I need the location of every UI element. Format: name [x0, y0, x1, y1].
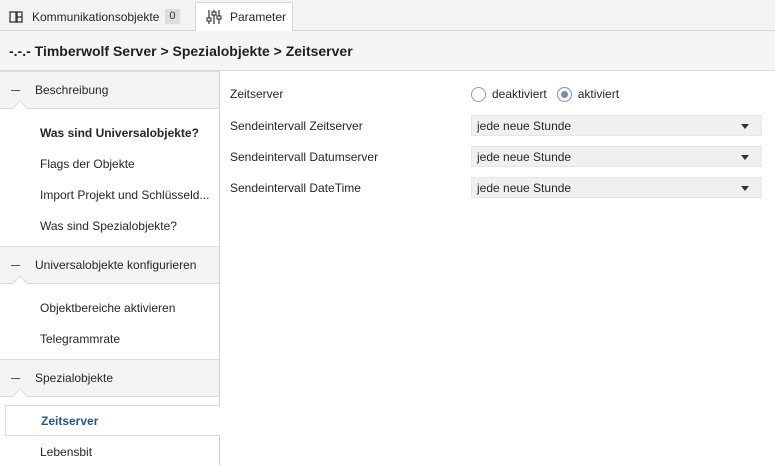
sidebar: Beschreibung Was sind Universalobjekte? … [0, 71, 220, 465]
sidebar-item-label: Import Projekt und Schlüsseld... [40, 187, 210, 202]
sidebar-item-label: Objektbereiche aktivieren [40, 300, 176, 315]
sidebar-item-label: Telegrammrate [40, 331, 121, 346]
param-label-sendeintervall-datumserver: Sendeintervall Datumserver [230, 145, 378, 169]
sidebar-item-flags[interactable]: Flags der Objekte [0, 148, 219, 179]
param-label: Zeitserver [230, 87, 284, 101]
radio-label: aktiviert [577, 87, 620, 101]
param-label-zeitserver: Zeitserver [230, 82, 283, 106]
notch-decoration [11, 275, 29, 293]
sidebar-item-spezialobjekte-info[interactable]: Was sind Spezialobjekte? [0, 210, 219, 241]
param-label-sendeintervall-datetime: Sendeintervall DateTime [230, 176, 361, 200]
sidebar-item-label: Was sind Universalobjekte? [40, 125, 199, 140]
zeitserver-radio-group: deaktiviert aktiviert [471, 84, 619, 104]
radio-label: deaktiviert [492, 87, 547, 101]
param-label: Sendeintervall Zeitserver [230, 119, 363, 133]
select-sendeintervall-datetime[interactable]: jede neue Stunde [471, 177, 762, 198]
collapse-icon [11, 377, 20, 379]
count-badge: 0 [165, 9, 180, 24]
param-label: Sendeintervall DateTime [230, 181, 361, 195]
select-value: jede neue Stunde [477, 180, 572, 195]
tab-kommunikationsobjekte[interactable]: Kommunikationsobjekte 0 [8, 2, 192, 31]
breadcrumb-text: -.-.- Timberwolf Server > Spezialobjekte… [9, 42, 353, 59]
sidebar-item-universalobjekte[interactable]: Was sind Universalobjekte? [0, 117, 219, 148]
breadcrumb: -.-.- Timberwolf Server > Spezialobjekte… [0, 31, 775, 71]
tab-parameter[interactable]: Parameter [195, 2, 293, 32]
param-label: Sendeintervall Datumserver [230, 150, 379, 164]
param-label-sendeintervall-zeitserver: Sendeintervall Zeitserver [230, 114, 363, 138]
select-sendeintervall-datumserver[interactable]: jede neue Stunde [471, 146, 762, 167]
sidebar-item-label: Zeitserver [41, 413, 99, 428]
select-sendeintervall-zeitserver[interactable]: jede neue Stunde [471, 115, 762, 136]
notch-decoration [11, 100, 29, 118]
notch-decoration [11, 388, 29, 406]
sidebar-item-label: Was sind Spezialobjekte? [40, 218, 177, 233]
sidebar-group-beschreibung[interactable]: Beschreibung [0, 71, 219, 118]
select-value: jede neue Stunde [477, 118, 572, 133]
sidebar-item-zeitserver[interactable]: Zeitserver [5, 405, 220, 436]
chevron-down-icon [741, 186, 749, 191]
group-label: Beschreibung [35, 83, 109, 97]
collapse-icon [11, 264, 20, 266]
sidebar-item-label: Flags der Objekte [40, 156, 135, 171]
tab-label: Kommunikationsobjekte [32, 9, 160, 24]
sidebar-item-import[interactable]: Import Projekt und Schlüsseld... [0, 179, 219, 210]
parameter-panel: Zeitserver deaktiviert aktiviert Sendein… [220, 71, 775, 465]
collapse-icon [11, 89, 20, 91]
sidebar-item-objektbereiche[interactable]: Objektbereiche aktivieren [0, 292, 219, 323]
sidebar-item-label: Lebensbit [40, 444, 93, 459]
sidebar-item-lebensbit[interactable]: Lebensbit [0, 436, 219, 465]
tab-bar: Kommunikationsobjekte 0 Parameter [0, 0, 775, 32]
sidebar-group-spezialobjekte[interactable]: Spezialobjekte [0, 359, 219, 406]
group-label: Spezialobjekte [35, 371, 114, 385]
radio-aktiviert[interactable] [556, 86, 572, 102]
sliders-icon [206, 9, 222, 25]
sidebar-item-telegrammrate[interactable]: Telegrammrate [0, 323, 219, 354]
chevron-down-icon [741, 124, 749, 129]
object-icon [8, 9, 24, 25]
radio-deaktiviert[interactable] [471, 86, 486, 102]
select-value: jede neue Stunde [477, 149, 572, 164]
chevron-down-icon [741, 155, 749, 160]
group-label: Universalobjekte konfigurieren [35, 258, 197, 272]
tab-label: Parameter [230, 10, 287, 24]
sidebar-group-universalobjekte-konfigurieren[interactable]: Universalobjekte konfigurieren [0, 246, 219, 293]
